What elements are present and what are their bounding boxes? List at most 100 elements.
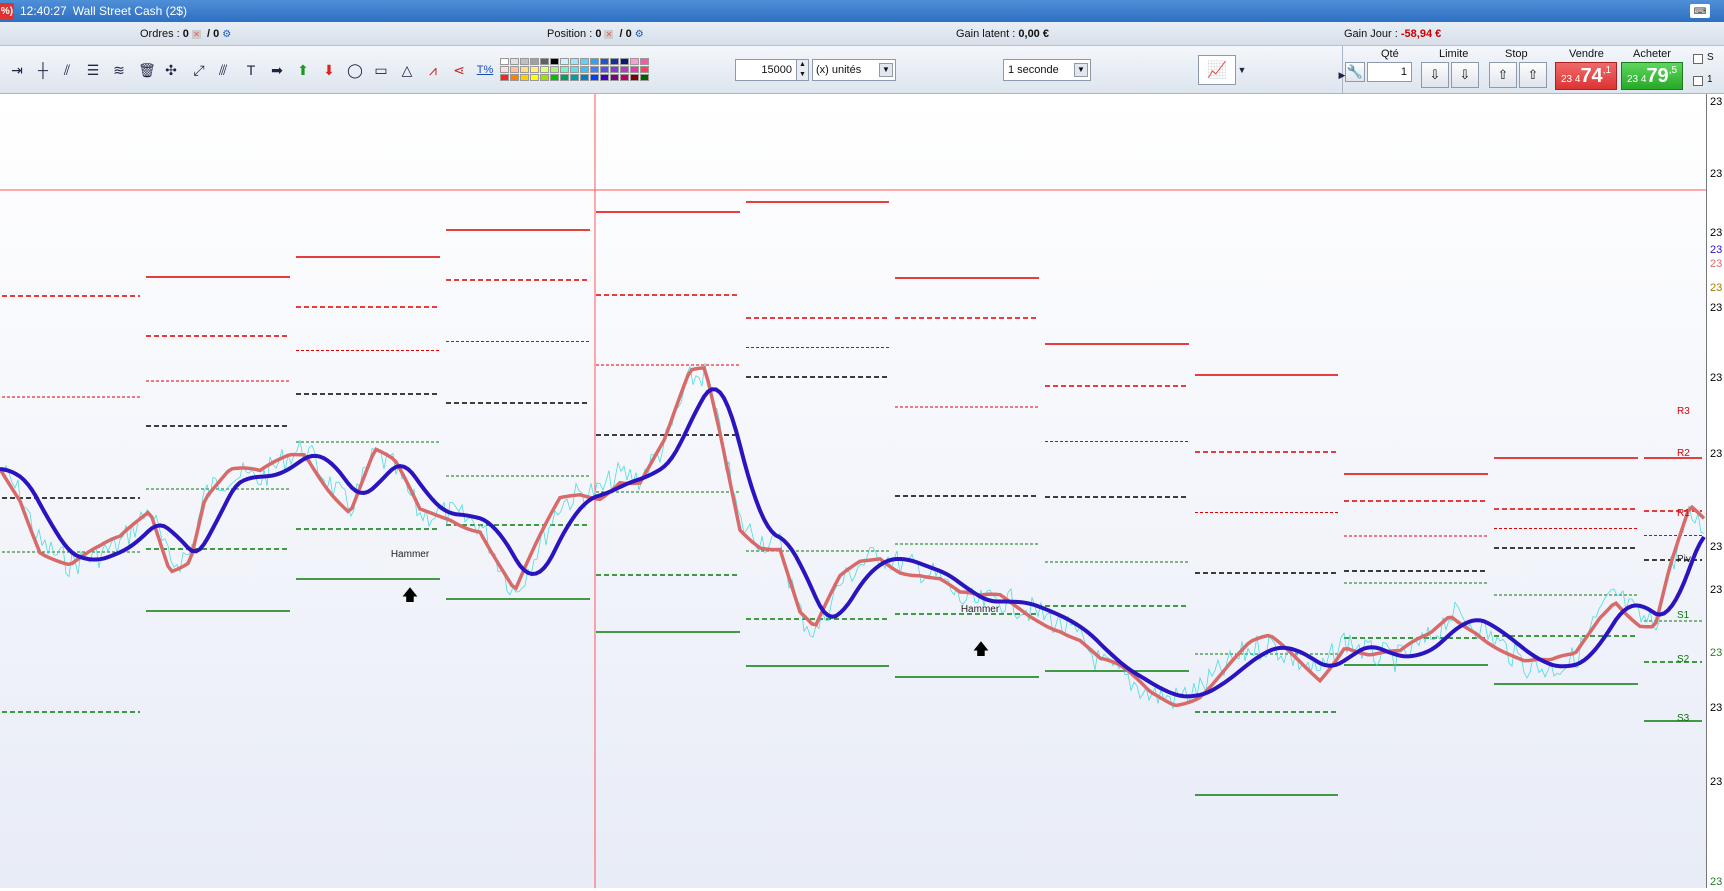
gain-jour-value: -58,94 € <box>1400 28 1442 40</box>
color-swatch[interactable] <box>590 66 599 73</box>
pattern-icon[interactable]: ⩘ <box>422 59 444 81</box>
buy-button[interactable]: 23 4 79 ,5 <box>1621 62 1683 90</box>
text-tool-icon[interactable]: T <box>240 59 262 81</box>
color-swatch[interactable] <box>520 58 529 65</box>
fan-icon[interactable]: ⋖ <box>448 59 470 81</box>
option-checkbox-1[interactable] <box>1693 76 1703 86</box>
vertical-line-icon[interactable]: ┼ <box>32 59 54 81</box>
option-checkbox-s[interactable] <box>1693 54 1703 64</box>
color-swatch[interactable] <box>530 74 539 81</box>
color-swatch[interactable] <box>620 58 629 65</box>
color-swatch[interactable] <box>510 58 519 65</box>
color-swatch[interactable] <box>540 74 549 81</box>
color-swatch[interactable] <box>520 74 529 81</box>
color-swatch[interactable] <box>630 74 639 81</box>
color-swatch[interactable] <box>520 66 529 73</box>
app-badge: %) <box>0 3 14 19</box>
pivot-level-label: R2 <box>1677 448 1690 459</box>
rectangle-icon[interactable]: ▭ <box>370 59 392 81</box>
color-swatch[interactable] <box>570 58 579 65</box>
color-swatch[interactable] <box>600 58 609 65</box>
color-palette[interactable] <box>500 58 656 84</box>
window-title-bar: %) 12:40:27 Wall Street Cash (2$) ⌨ <box>0 0 1724 22</box>
chevron-down-icon[interactable]: ▼ <box>879 63 893 77</box>
color-swatch[interactable] <box>590 58 599 65</box>
lasso-icon[interactable]: ◯ <box>344 59 366 81</box>
color-swatch[interactable] <box>510 66 519 73</box>
color-swatch[interactable] <box>580 66 589 73</box>
color-swatch[interactable] <box>550 58 559 65</box>
arrow-diagonal-icon[interactable]: ⤢ <box>188 59 210 81</box>
color-swatch[interactable] <box>540 66 549 73</box>
color-swatch[interactable] <box>530 58 539 65</box>
color-swatch[interactable] <box>530 66 539 73</box>
color-swatch[interactable] <box>640 58 649 65</box>
color-swatch[interactable] <box>570 66 579 73</box>
buy-price-prefix: 23 4 <box>1626 74 1647 85</box>
arrow-down-icon[interactable]: ⬇ <box>318 59 340 81</box>
interval-select[interactable]: 1 seconde ▼ <box>1003 59 1091 81</box>
channel-icon[interactable]: ≋ <box>108 59 130 81</box>
arrow-right-icon[interactable]: ➡ <box>266 59 288 81</box>
arrow-up-icon[interactable]: ⬆ <box>292 59 314 81</box>
color-swatch[interactable] <box>500 66 509 73</box>
parallel-lines-icon[interactable]: ⫻ <box>212 59 234 81</box>
stop-sell-button[interactable]: ⇧ <box>1489 62 1517 88</box>
color-swatch[interactable] <box>560 66 569 73</box>
magnet-icon[interactable]: ✣ <box>160 59 182 81</box>
color-swatch[interactable] <box>500 58 509 65</box>
color-swatch[interactable] <box>610 66 619 73</box>
quantity-input[interactable]: 15000 ▲ ▼ <box>735 59 809 81</box>
sell-button[interactable]: 23 4 74 ,1 <box>1555 62 1617 90</box>
color-swatch[interactable] <box>620 66 629 73</box>
indicators-menu-chevron-icon[interactable]: ▼ <box>1236 55 1248 85</box>
order-quantity-input[interactable]: 1 <box>1367 62 1412 82</box>
close-position-icon[interactable]: ✕ <box>604 30 614 39</box>
color-swatch[interactable] <box>540 58 549 65</box>
pivot-level-label: S1 <box>1677 610 1690 621</box>
color-swatch[interactable] <box>640 74 649 81</box>
percent-tool-icon[interactable]: T% <box>474 59 496 81</box>
color-swatch[interactable] <box>610 58 619 65</box>
color-swatch[interactable] <box>560 74 569 81</box>
limit-buy-button[interactable]: ⇩ <box>1451 62 1479 88</box>
color-swatch[interactable] <box>580 58 589 65</box>
color-swatch[interactable] <box>630 58 639 65</box>
color-swatch[interactable] <box>500 74 509 81</box>
trash-icon[interactable]: 🗑 <box>136 59 158 81</box>
price-axis[interactable]: 23 23 23 23 23 23 23 23 23 23 23 23 23 23 23 <box>1706 94 1724 888</box>
fibonacci-icon[interactable]: ☰ <box>82 59 104 81</box>
color-swatch[interactable] <box>590 74 599 81</box>
color-swatch[interactable] <box>630 66 639 73</box>
quantity-spinner[interactable]: ▲ ▼ <box>796 60 808 80</box>
color-swatch[interactable] <box>600 74 609 81</box>
account-info-bar: Ordres : 0 ✕ / 0 ⚙ Position : 0 ✕ / 0 ⚙ Ga… <box>0 22 1724 46</box>
price-axis-tick: 23 <box>1710 258 1723 270</box>
cancel-orders-icon[interactable]: ✕ <box>191 30 201 39</box>
color-swatch[interactable] <box>560 58 569 65</box>
wrench-icon[interactable]: 🔧 <box>1345 62 1365 82</box>
indicators-icon[interactable]: 📈 <box>1198 55 1236 85</box>
price-chart[interactable]: Hammer 🡅 Hammer 🡅 R3 R2 R1 Piv S1 S2 S3 <box>0 94 1724 888</box>
color-swatch[interactable] <box>570 74 579 81</box>
color-swatch[interactable] <box>550 74 559 81</box>
orders-settings-icon[interactable]: ⚙ <box>222 30 234 40</box>
chart-canvas[interactable]: Hammer 🡅 Hammer 🡅 R3 R2 R1 Piv S1 S2 S3 <box>0 94 1706 888</box>
trendline-icon[interactable]: ⫽ <box>56 59 78 81</box>
position-settings-icon[interactable]: ⚙ <box>635 30 647 40</box>
color-swatch[interactable] <box>620 74 629 81</box>
horizontal-line-icon[interactable]: ⇥ <box>6 59 28 81</box>
triangle-icon[interactable]: △ <box>396 59 418 81</box>
color-swatch[interactable] <box>640 66 649 73</box>
keyboard-icon[interactable]: ⌨ <box>1690 4 1710 18</box>
option-s-label: S <box>1707 52 1714 63</box>
color-swatch[interactable] <box>580 74 589 81</box>
color-swatch[interactable] <box>610 74 619 81</box>
color-swatch[interactable] <box>600 66 609 73</box>
chevron-down-icon[interactable]: ▼ <box>1074 63 1088 77</box>
limit-sell-button[interactable]: ⇩ <box>1421 62 1449 88</box>
color-swatch[interactable] <box>510 74 519 81</box>
color-swatch[interactable] <box>550 66 559 73</box>
unit-select[interactable]: (x) unités ▼ <box>812 59 896 81</box>
stop-buy-button[interactable]: ⇧ <box>1519 62 1547 88</box>
